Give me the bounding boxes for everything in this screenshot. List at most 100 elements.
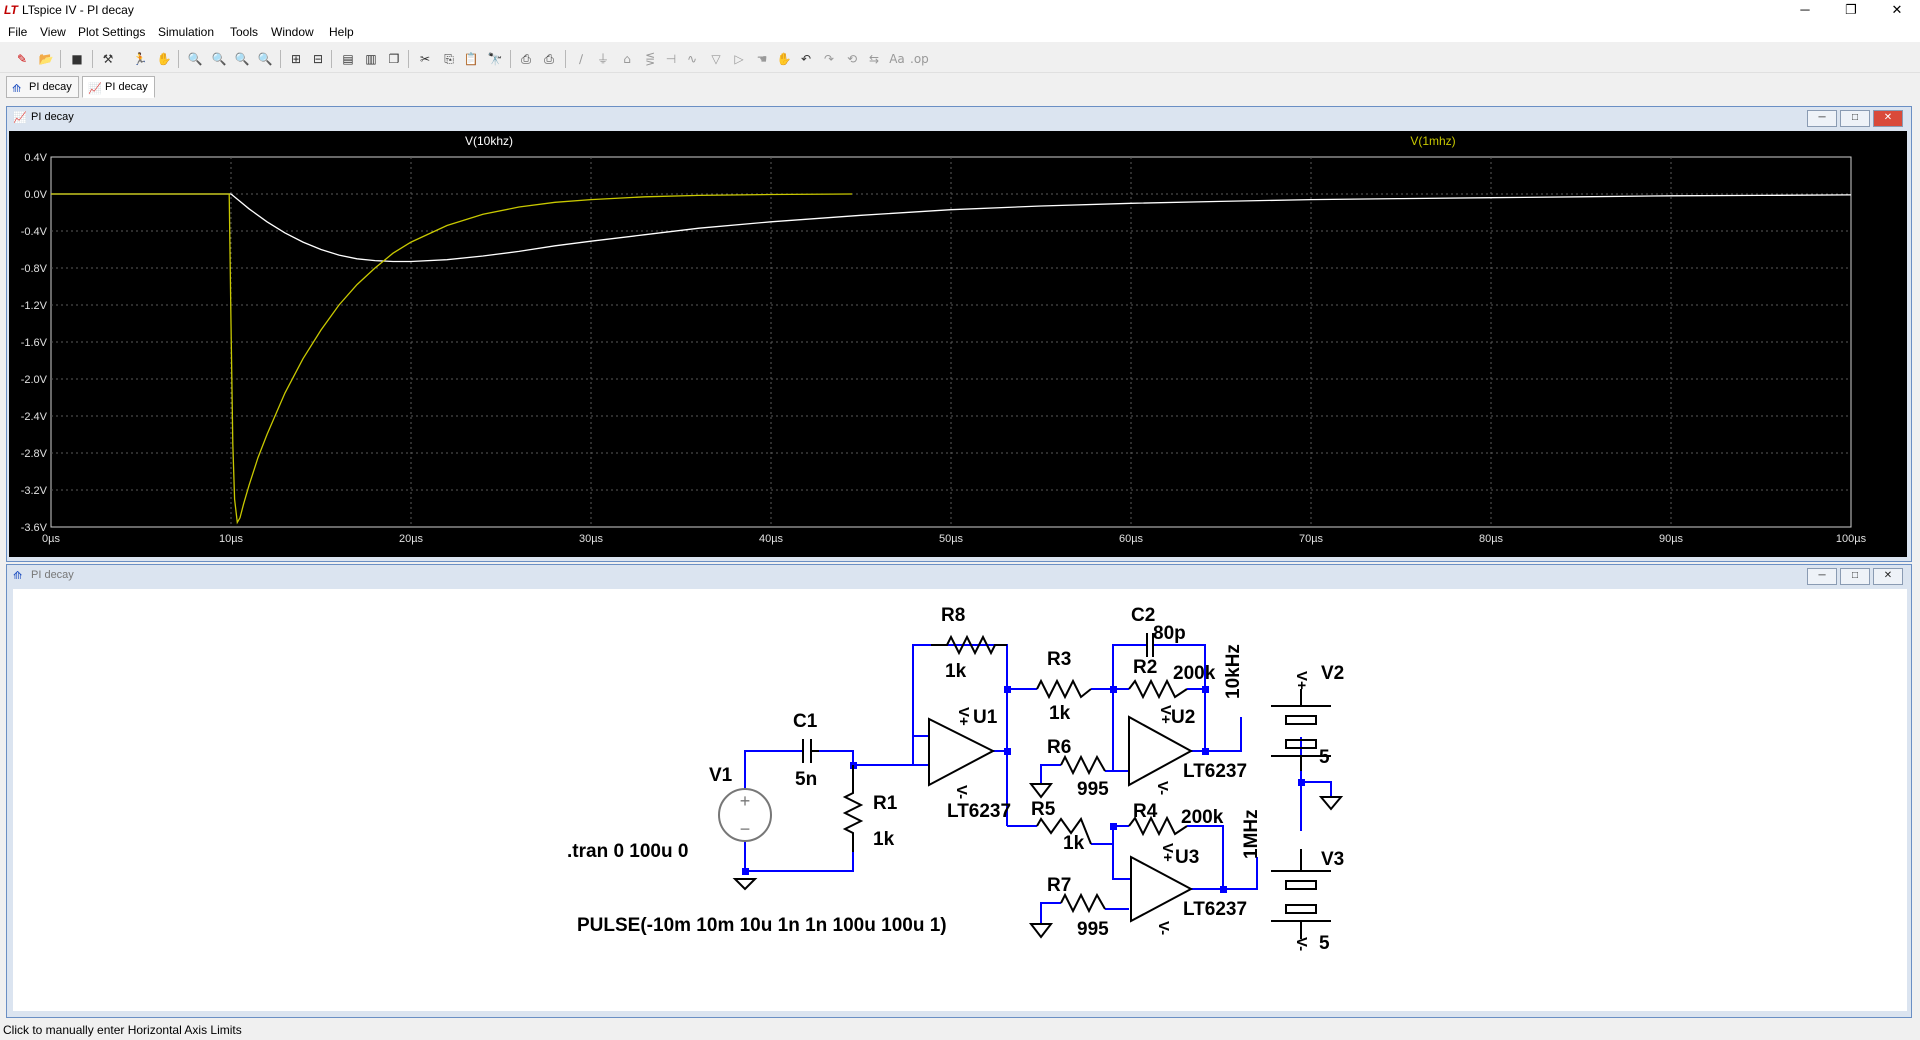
y-tick-label[interactable]: 0.0V [24, 189, 47, 201]
waveform-icon: 📈 [88, 83, 102, 95]
menu-window[interactable]: Window [271, 25, 314, 39]
zoom-out-icon[interactable]: 🔍 [233, 50, 251, 68]
svg-text:−: − [740, 819, 751, 839]
move-icon[interactable]: ☚ [753, 50, 771, 68]
tab-waveform[interactable]: 📈 PI decay [82, 76, 155, 98]
schematic-window: ⟰ PI decay ─ □ ✕ + − R8 1k R3 1k C2 80p … [6, 564, 1912, 1018]
print-preview-icon[interactable]: ⎙ [517, 50, 535, 68]
cut-icon[interactable]: ✂ [416, 50, 434, 68]
paste-icon[interactable]: 📋 [462, 50, 480, 68]
ground-icon[interactable]: ⏚ [594, 50, 612, 68]
resistor-icon[interactable]: ⋚ [641, 50, 659, 68]
tile-vertical-icon[interactable]: ▥ [362, 50, 380, 68]
schematic-canvas[interactable]: + − R8 1k R3 1k C2 80p R2 200k 10kHz U1 … [13, 589, 1907, 1011]
grid-icon[interactable]: ⊟ [309, 50, 327, 68]
menu-file[interactable]: File [8, 25, 27, 39]
x-tick-label[interactable]: 50µs [939, 533, 964, 545]
schematic-minimize-button[interactable]: ─ [1807, 568, 1837, 585]
x-tick-label[interactable]: 60µs [1119, 533, 1144, 545]
undo-icon[interactable]: ↶ [797, 50, 815, 68]
r4-value: 200k [1181, 807, 1224, 828]
x-tick-label[interactable]: 40µs [759, 533, 784, 545]
tran-directive[interactable]: .tran 0 100u 0 [567, 841, 688, 862]
menu-plot-settings[interactable]: Plot Settings [78, 25, 145, 39]
copy-icon[interactable]: ⎘ [440, 50, 458, 68]
x-tick-label[interactable]: 90µs [1659, 533, 1684, 545]
close-button[interactable]: ✕ [1874, 0, 1920, 22]
c2-value: 80p [1153, 623, 1186, 644]
legend-v1mhz[interactable]: V(1mhz) [1410, 134, 1455, 148]
x-tick-label[interactable]: 30µs [579, 533, 604, 545]
u3-value: LT6237 [1183, 899, 1247, 920]
waveform-minimize-button[interactable]: ─ [1807, 110, 1837, 127]
waveform-window-title: PI decay [31, 111, 74, 123]
rotate-icon[interactable]: ⟲ [843, 50, 861, 68]
y-tick-label[interactable]: -0.8V [21, 263, 48, 275]
x-tick-label[interactable]: 70µs [1299, 533, 1324, 545]
v3-value: 5 [1319, 933, 1330, 954]
text-icon[interactable]: Aa [888, 50, 906, 68]
find-icon[interactable]: 🔭 [486, 50, 504, 68]
r2-value: 200k [1173, 663, 1216, 684]
close-icon: ✕ [1891, 2, 1903, 17]
schematic-maximize-button[interactable]: □ [1840, 568, 1870, 585]
x-tick-label[interactable]: 0µs [42, 533, 60, 545]
halt-icon[interactable]: ✋ [155, 50, 173, 68]
x-tick-label[interactable]: 20µs [399, 533, 424, 545]
y-tick-label[interactable]: 0.4V [24, 152, 47, 164]
window-title: LTspice IV - PI decay [22, 3, 134, 17]
waveform-maximize-button[interactable]: □ [1840, 110, 1870, 127]
menu-help[interactable]: Help [329, 25, 354, 39]
save-icon[interactable]: ■ [68, 50, 86, 68]
waveform-icon: 📈 [13, 112, 27, 124]
capacitor-icon[interactable]: ⊣ [662, 50, 680, 68]
spice-directive-icon[interactable]: .op [910, 50, 929, 68]
x-tick-label[interactable]: 80µs [1479, 533, 1504, 545]
v3-label: V3 [1321, 849, 1344, 870]
menu-view[interactable]: View [40, 25, 66, 39]
x-tick-label[interactable]: 10µs [219, 533, 244, 545]
print-icon[interactable]: ⎙ [540, 50, 558, 68]
y-tick-label[interactable]: -2.4V [21, 411, 48, 423]
component-icon[interactable]: ▷ [730, 50, 748, 68]
drag-icon[interactable]: ✋ [775, 50, 793, 68]
menu-tools[interactable]: Tools [230, 25, 258, 39]
schematic-icon: ⟰ [12, 83, 22, 95]
tab-schematic[interactable]: ⟰ PI decay [6, 76, 79, 98]
minimize-button[interactable]: ─ [1782, 0, 1828, 22]
mirror-icon[interactable]: ⇆ [865, 50, 883, 68]
zoom-in-icon[interactable]: 🔍 [186, 50, 204, 68]
y-tick-label[interactable]: -1.2V [21, 300, 48, 312]
legend-v10khz[interactable]: V(10khz) [465, 134, 513, 148]
tile-horizontal-icon[interactable]: ▤ [339, 50, 357, 68]
zoom-full-icon[interactable]: 🔍 [210, 50, 228, 68]
waveform-plot[interactable]: 0.4V 0.0V -0.4V -0.8V -1.2V -1.6V -2.0V -2.4V -2… [9, 131, 1907, 557]
y-tick-label[interactable]: -0.4V [21, 226, 48, 238]
cascade-icon[interactable]: ❐ [385, 50, 403, 68]
y-tick-label[interactable]: -2.8V [21, 448, 48, 460]
maximize-button[interactable]: ❐ [1828, 0, 1874, 22]
wire-icon[interactable]: ∕ [572, 50, 590, 68]
r3-value: 1k [1049, 703, 1071, 724]
y-tick-label[interactable]: -2.0V [21, 374, 48, 386]
run-icon[interactable]: 🏃 [131, 50, 149, 68]
y-tick-label[interactable]: -3.2V [21, 485, 48, 497]
waveform-window: 📈 PI decay ─ □ ✕ 0.4V 0.0V -0.4V -0.8V -1.2V… [6, 106, 1912, 562]
new-schematic-icon[interactable]: ✎ [13, 50, 31, 68]
menu-simulation[interactable]: Simulation [158, 25, 214, 39]
schematic-window-title: PI decay [31, 569, 74, 581]
app-logo-icon: LT [4, 3, 18, 17]
redo-icon[interactable]: ↷ [820, 50, 838, 68]
y-tick-label[interactable]: -1.6V [21, 337, 48, 349]
x-tick-label[interactable]: 100µs [1836, 533, 1867, 545]
label-icon[interactable]: ⌂ [618, 50, 636, 68]
inductor-icon[interactable]: ∿ [683, 50, 701, 68]
schematic-close-button[interactable]: ✕ [1873, 568, 1903, 585]
r2-label: R2 [1133, 657, 1157, 678]
diode-icon[interactable]: ▽ [707, 50, 725, 68]
waveform-close-button[interactable]: ✕ [1873, 110, 1903, 127]
control-panel-icon[interactable]: ⚒ [99, 50, 117, 68]
zoom-cancel-icon[interactable]: 🔍 [256, 50, 274, 68]
autorange-icon[interactable]: ⊞ [287, 50, 305, 68]
open-icon[interactable]: 📂 [37, 50, 55, 68]
